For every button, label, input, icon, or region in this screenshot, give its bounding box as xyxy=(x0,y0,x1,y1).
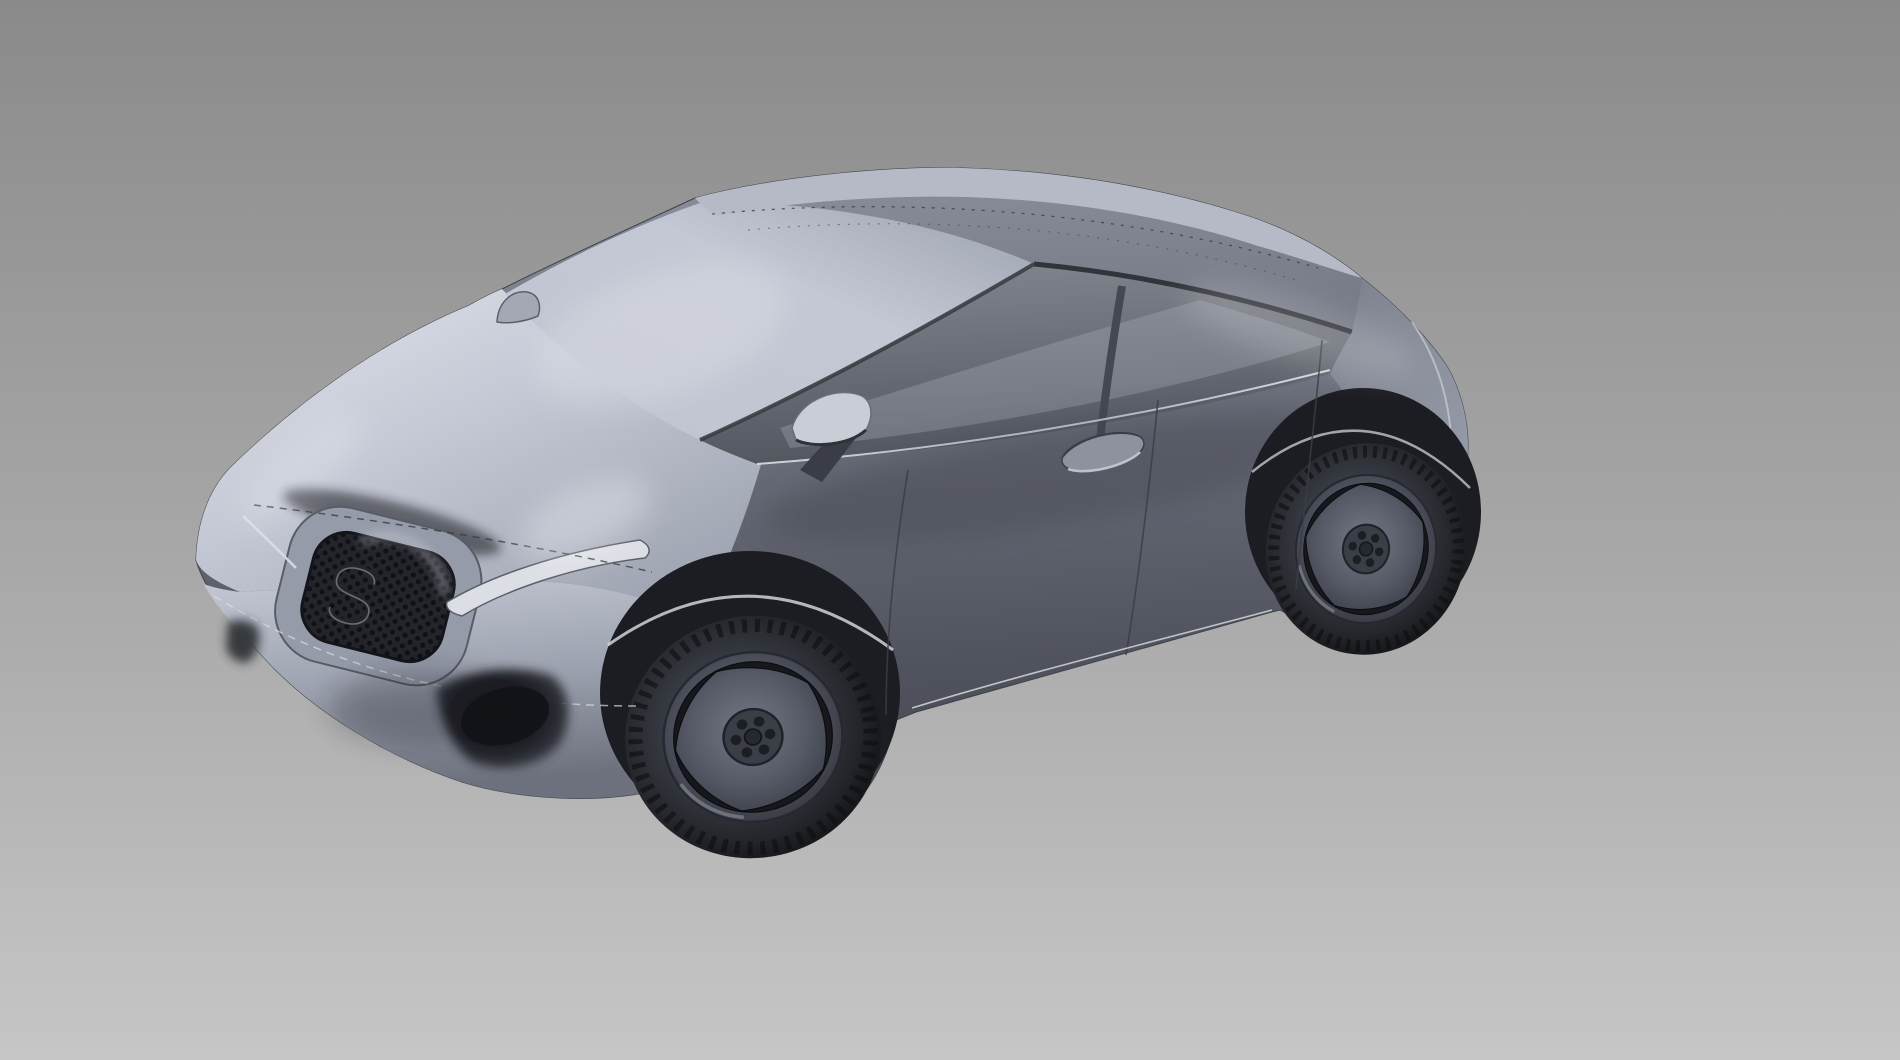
bumper-slot xyxy=(226,620,260,662)
render-viewport[interactable] xyxy=(0,0,1900,1060)
car-render-canvas xyxy=(0,0,1900,1060)
car xyxy=(196,168,1486,879)
